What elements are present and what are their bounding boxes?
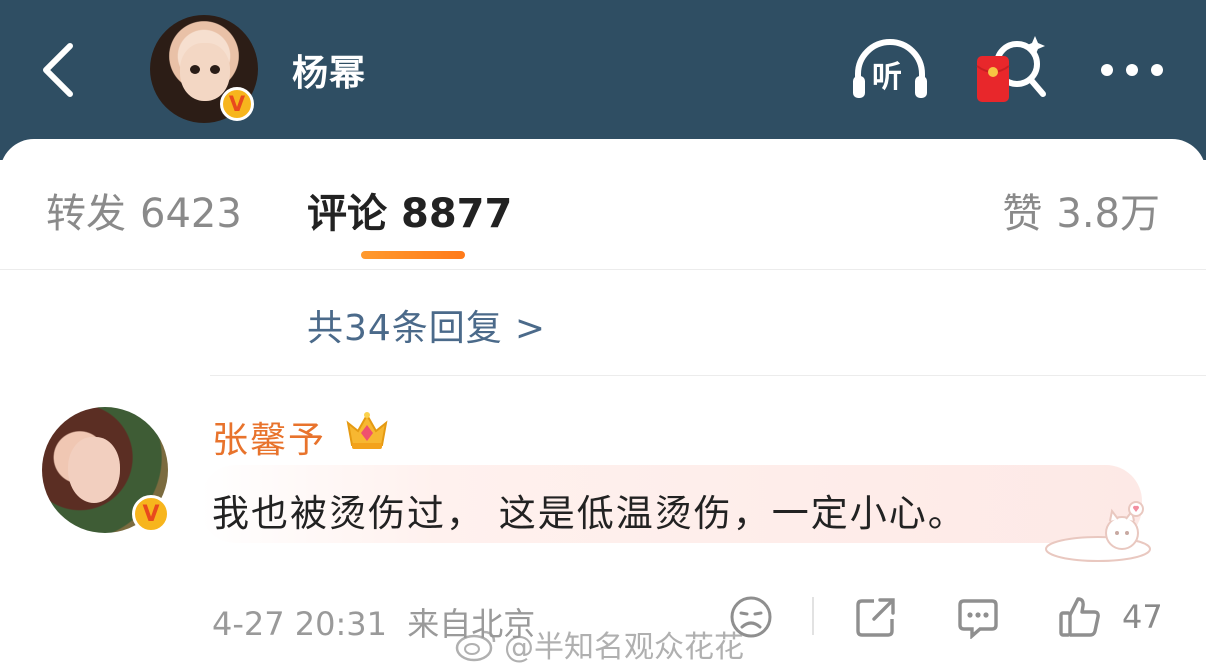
- reply-button[interactable]: [956, 593, 1000, 641]
- tab-comment-count: 8877: [401, 191, 513, 237]
- watermark-text: @半知名观众花花: [504, 630, 744, 665]
- active-tab-indicator: [361, 251, 465, 259]
- comment-date: 4-27 20:31: [212, 605, 388, 643]
- tab-like-count: 3.8万: [1056, 191, 1160, 237]
- tab-comment[interactable]: 评论 8877: [307, 181, 512, 239]
- share-button[interactable]: [854, 593, 898, 641]
- share-icon: [856, 598, 895, 637]
- back-button[interactable]: [30, 38, 86, 102]
- cat-sticker-icon: [1040, 499, 1156, 567]
- verified-badge-icon: V: [220, 87, 254, 121]
- replies-count-text: 共34条回复: [307, 308, 503, 349]
- comment-icon: [958, 599, 998, 639]
- weibo-logo-icon: [455, 630, 496, 662]
- tab-bar: 转发 6423 评论 8877 赞 3.8万: [0, 139, 1206, 270]
- commenter-avatar[interactable]: V: [42, 407, 172, 537]
- listen-button[interactable]: 听: [850, 34, 930, 106]
- commenter-name[interactable]: 张馨予: [212, 411, 326, 463]
- chevron-left-icon: [43, 43, 73, 97]
- tab-repost-label: 转发: [46, 191, 126, 237]
- detail-card: 转发 6423 评论 8877 赞 3.8万 共34条回复 > V 张馨予 我也被烫伤过…: [0, 139, 1206, 670]
- verified-badge-icon: V: [132, 495, 170, 533]
- tab-comment-label: 评论: [307, 191, 387, 237]
- red-packet-search-icon: [976, 36, 1046, 102]
- thumbs-up-icon: [1059, 597, 1100, 637]
- page-title: 杨幂: [292, 53, 367, 94]
- profile-avatar[interactable]: V: [150, 15, 260, 125]
- tab-like[interactable]: 赞 3.8万: [1002, 181, 1160, 239]
- like-button[interactable]: 47: [1058, 593, 1163, 641]
- tab-repost-count: 6423: [140, 191, 242, 237]
- watermark: @半知名观众花花: [454, 622, 744, 666]
- top-bar: V 杨幂 听: [0, 0, 1206, 160]
- divider: [210, 375, 1206, 376]
- chevron-right-icon: >: [514, 308, 546, 349]
- view-replies-link[interactable]: 共34条回复 >: [307, 299, 546, 351]
- tab-like-label: 赞: [1002, 191, 1043, 237]
- red-packet-search-button[interactable]: [973, 34, 1053, 106]
- tab-repost[interactable]: 转发 6423: [46, 181, 242, 239]
- listen-label: 听: [872, 60, 902, 95]
- more-button[interactable]: [1092, 34, 1172, 106]
- action-separator: [812, 597, 814, 635]
- like-count: 47: [1122, 598, 1163, 636]
- crown-icon: [344, 409, 390, 455]
- more-dots-icon: [1101, 64, 1163, 76]
- comment-text: 我也被烫伤过， 这是低温烫伤，一定小心。: [212, 492, 967, 535]
